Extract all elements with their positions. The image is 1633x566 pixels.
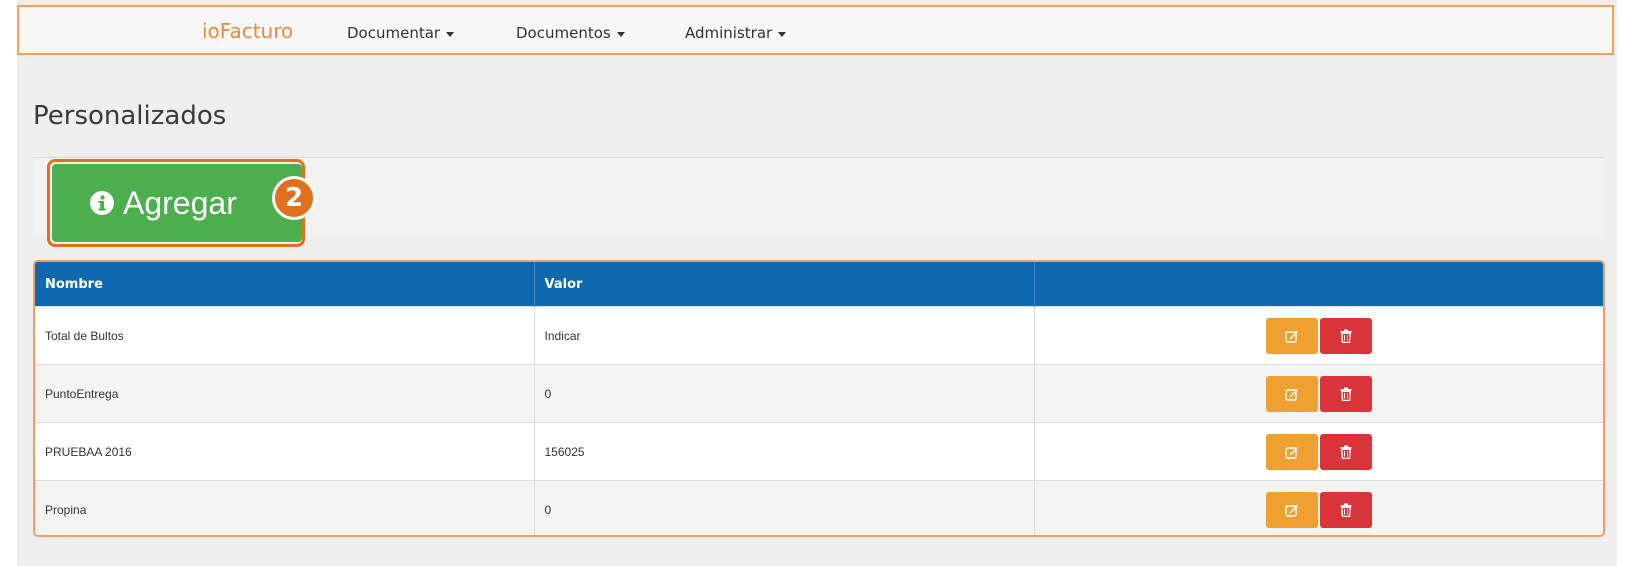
info-circle-icon bbox=[90, 191, 114, 215]
edit-icon bbox=[1285, 388, 1298, 401]
cell-nombre: PuntoEntrega bbox=[35, 364, 535, 423]
edit-button[interactable] bbox=[1265, 491, 1318, 528]
cell-valor: 0 bbox=[534, 364, 1035, 423]
table-row: Total de Bultos Indicar bbox=[35, 306, 1603, 365]
edit-button[interactable] bbox=[1265, 375, 1318, 412]
trash-icon bbox=[1340, 503, 1352, 517]
menu-documentos-label: Documentos bbox=[516, 24, 611, 42]
menu-administrar-label: Administrar bbox=[685, 24, 773, 42]
menu-documentar-label: Documentar bbox=[347, 24, 441, 42]
column-header-actions bbox=[1034, 262, 1603, 307]
edit-icon bbox=[1285, 330, 1298, 343]
cell-nombre: Propina bbox=[35, 480, 535, 535]
edit-button[interactable] bbox=[1265, 433, 1318, 470]
custom-fields-table: Nombre Valor Total de Bultos Indicar Pun… bbox=[33, 260, 1605, 537]
cell-nombre: PRUEBAA 2016 bbox=[35, 422, 535, 481]
add-button-label: Agregar bbox=[123, 184, 237, 221]
add-button[interactable]: Agregar bbox=[52, 164, 302, 242]
edit-icon bbox=[1285, 446, 1298, 459]
caret-down-icon bbox=[616, 31, 625, 37]
table-row: PuntoEntrega 0 bbox=[35, 364, 1603, 423]
cell-valor: 156025 bbox=[534, 422, 1035, 481]
menu-documentos[interactable]: Documentos bbox=[516, 24, 625, 42]
cell-valor: 0 bbox=[534, 480, 1035, 535]
delete-button[interactable] bbox=[1319, 491, 1372, 528]
delete-button[interactable] bbox=[1319, 433, 1372, 470]
column-header-nombre[interactable]: Nombre bbox=[35, 262, 535, 307]
brand-logo[interactable]: ioFacturo bbox=[202, 19, 293, 43]
trash-icon bbox=[1340, 329, 1352, 343]
caret-down-icon bbox=[778, 31, 787, 37]
edit-button[interactable] bbox=[1265, 317, 1318, 354]
delete-button[interactable] bbox=[1319, 375, 1372, 412]
table-row: Propina 0 bbox=[35, 480, 1603, 535]
edit-icon bbox=[1285, 504, 1298, 517]
navbar: ioFacturo Documentar Documentos Administ… bbox=[17, 5, 1614, 55]
table-row: PRUEBAA 2016 156025 bbox=[35, 422, 1603, 481]
cell-actions bbox=[1034, 364, 1603, 423]
column-header-valor[interactable]: Valor bbox=[534, 262, 1035, 307]
cell-valor: Indicar bbox=[534, 306, 1035, 365]
menu-documentar[interactable]: Documentar bbox=[347, 24, 455, 42]
step-badge: 2 bbox=[272, 176, 316, 220]
cell-actions bbox=[1034, 480, 1603, 535]
delete-button[interactable] bbox=[1319, 317, 1372, 354]
table-header-row: Nombre Valor bbox=[35, 262, 1603, 307]
cell-nombre: Total de Bultos bbox=[35, 306, 535, 365]
cell-actions bbox=[1034, 422, 1603, 481]
cell-actions bbox=[1034, 306, 1603, 365]
menu-administrar[interactable]: Administrar bbox=[685, 24, 787, 42]
page-title: Personalizados bbox=[33, 101, 227, 131]
trash-icon bbox=[1340, 445, 1352, 459]
trash-icon bbox=[1340, 387, 1352, 401]
caret-down-icon bbox=[446, 31, 455, 37]
